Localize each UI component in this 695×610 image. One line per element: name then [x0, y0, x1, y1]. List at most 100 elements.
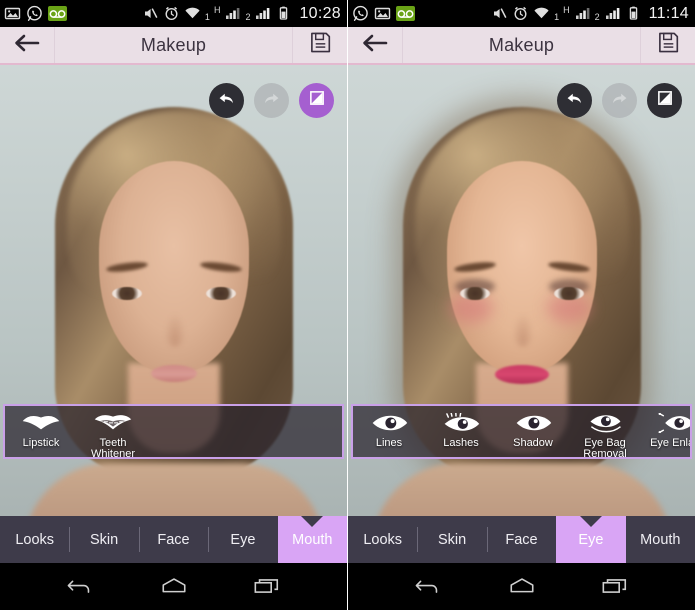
sim1-label: 1 [204, 11, 210, 22]
nav-home-icon[interactable] [500, 572, 544, 602]
phone-screen-before: 1 H 2 10:28 Makeup Lipstick Teeth Whiten… [0, 0, 347, 610]
tab-label: Looks [363, 531, 403, 548]
lips-icon [20, 410, 62, 435]
back-arrow-icon [362, 33, 388, 58]
network-type-label: H [213, 4, 221, 15]
nav-back-icon[interactable] [407, 572, 451, 602]
sim2-label: 2 [594, 11, 600, 22]
tool-label: Teeth Whitener [90, 437, 136, 459]
compare-button[interactable] [647, 83, 682, 118]
tool-lines[interactable]: Lines [353, 406, 425, 449]
tab-active-notch [579, 516, 602, 527]
battery-icon [275, 5, 292, 22]
tool-label: Lipstick [22, 437, 60, 449]
eye-bag-icon [585, 410, 625, 435]
makeup-tool-strip[interactable]: Lines Lashes Shadow Eye Bag Removal Eye … [351, 404, 692, 459]
dual-screenshot-comparison: 1 H 2 10:28 Makeup Lipstick Teeth Whiten… [0, 0, 695, 610]
back-arrow-icon [14, 33, 40, 58]
status-clock: 10:28 [299, 4, 341, 22]
save-button[interactable] [293, 27, 347, 63]
tool-lipstick[interactable]: Lipstick [5, 406, 77, 449]
lips-teeth-icon [92, 410, 134, 435]
voicemail-icon [48, 6, 67, 21]
whatsapp-icon [26, 5, 43, 22]
tool-eye-enlarge[interactable]: Eye Enlarg [641, 406, 690, 449]
eye-icon [369, 410, 409, 435]
nav-back-icon[interactable] [59, 572, 103, 602]
tool-label: Lines [375, 437, 403, 449]
wifi-icon [184, 5, 201, 22]
redo-arrow-icon [610, 89, 629, 113]
save-button[interactable] [641, 27, 695, 63]
tab-skin[interactable]: Skin [417, 516, 486, 563]
redo-arrow-icon [262, 89, 281, 113]
signal-bars-sim1-icon [574, 5, 591, 22]
tab-eye[interactable]: Eye [208, 516, 277, 563]
photo-eye-right [554, 287, 584, 300]
compare-split-icon [656, 89, 674, 112]
undo-arrow-icon [217, 89, 236, 113]
tool-lashes[interactable]: Lashes [425, 406, 497, 449]
tab-skin[interactable]: Skin [69, 516, 138, 563]
image-icon [4, 5, 21, 22]
image-icon [374, 5, 391, 22]
tab-label: Looks [15, 531, 55, 548]
sim2-label: 2 [245, 11, 251, 22]
redo-button[interactable] [254, 83, 289, 118]
signal-bars-sim1-icon [224, 5, 241, 22]
mute-icon [142, 5, 159, 22]
voicemail-icon [396, 6, 415, 21]
back-button[interactable] [348, 27, 402, 63]
tab-label: Mouth [640, 531, 681, 548]
makeup-tool-strip[interactable]: Lipstick Teeth Whitener [3, 404, 344, 459]
tab-mouth[interactable]: Mouth [626, 516, 695, 563]
alarm-icon [163, 5, 180, 22]
status-notification-icons [352, 5, 415, 22]
nav-home-icon[interactable] [152, 572, 196, 602]
undo-button[interactable] [209, 83, 244, 118]
eye-enlarge-icon [657, 410, 690, 435]
eye-shadow-icon [513, 410, 553, 435]
tab-face[interactable]: Face [486, 516, 556, 563]
photo-nose [512, 313, 534, 347]
photo-lips [150, 365, 197, 382]
tab-active-notch [301, 516, 324, 527]
save-floppy-icon [309, 31, 332, 59]
back-button[interactable] [0, 27, 54, 63]
sim1-label: 1 [554, 11, 560, 22]
photo-canvas-after[interactable]: Lines Lashes Shadow Eye Bag Removal Eye … [348, 65, 695, 523]
nav-recents-icon[interactable] [593, 572, 637, 602]
undo-button[interactable] [557, 83, 592, 118]
tab-mouth[interactable]: Mouth [277, 516, 347, 563]
redo-button[interactable] [602, 83, 637, 118]
category-tab-bar: Looks Skin Face Eye Mouth [0, 516, 347, 563]
photo-canvas-before[interactable]: Lipstick Teeth Whitener [0, 65, 347, 523]
tab-label: Face [157, 531, 190, 548]
tool-shadow[interactable]: Shadow [497, 406, 569, 449]
status-system-icons: 1 H 2 10:28 [142, 5, 341, 23]
category-tab-bar: Looks Skin Face Eye Mouth [348, 516, 695, 563]
app-title-bar: Makeup [0, 27, 347, 65]
tab-label: Eye [578, 531, 604, 548]
compare-button[interactable] [299, 83, 334, 118]
alarm-icon [512, 5, 529, 22]
eye-lashes-icon [441, 410, 481, 435]
tab-face[interactable]: Face [138, 516, 208, 563]
tab-looks[interactable]: Looks [0, 516, 69, 563]
android-nav-bar [348, 563, 695, 610]
status-system-icons: 1 H 2 11:14 [491, 5, 689, 23]
signal-bars-sim2-icon [254, 5, 271, 22]
tab-eye[interactable]: Eye [556, 516, 626, 563]
tab-label: Skin [438, 531, 467, 548]
tab-label: Mouth [292, 531, 333, 548]
photo-nose [164, 313, 186, 347]
tool-label: Lashes [443, 437, 479, 449]
edit-action-buttons [209, 83, 334, 118]
tool-eye-bag-removal[interactable]: Eye Bag Removal [569, 406, 641, 457]
tool-teeth-whitener[interactable]: Teeth Whitener [77, 406, 149, 459]
tab-label: Face [505, 531, 538, 548]
status-bar: 1 H 2 11:14 [348, 0, 695, 27]
nav-recents-icon[interactable] [245, 572, 289, 602]
photo-lips [494, 365, 549, 384]
tab-looks[interactable]: Looks [348, 516, 417, 563]
